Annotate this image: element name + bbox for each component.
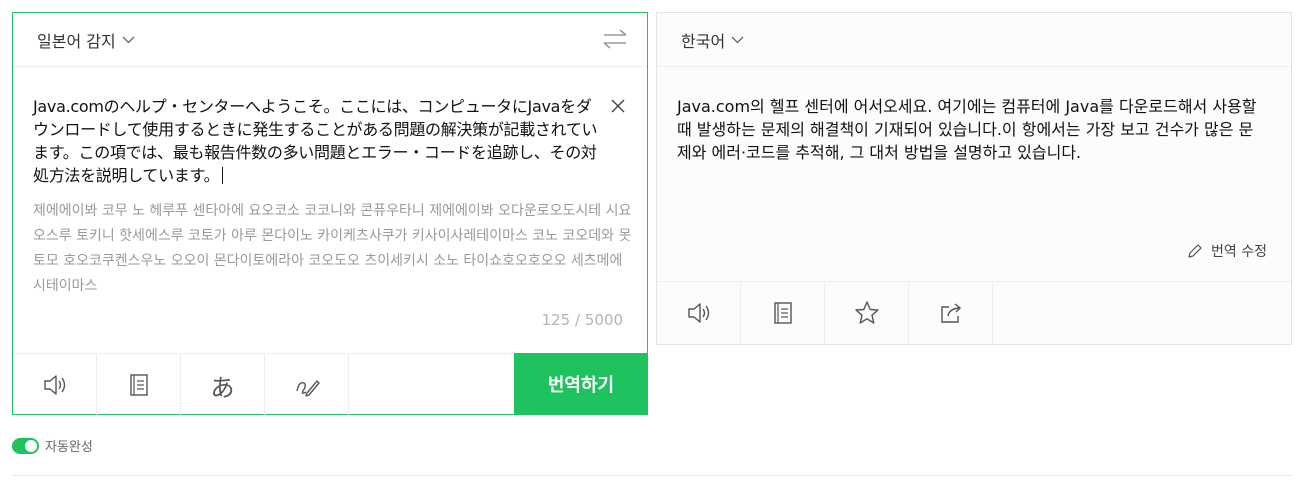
source-dictionary-button[interactable]: [97, 354, 181, 416]
source-text: Java.comのヘルプ・センターへようこそ。ここには、コンピュータにJavaを…: [33, 97, 598, 185]
autocomplete-setting: 자동완성: [12, 436, 93, 455]
toggle-knob: [25, 439, 37, 452]
text-caret: [222, 167, 224, 184]
chevron-down-icon: [122, 36, 135, 43]
target-toolbar: [657, 281, 1291, 344]
pencil-icon: [1188, 244, 1202, 258]
chevron-down-icon: [731, 36, 744, 43]
pronunciation-text: 제에에이봐 코무 노 헤루푸 센타아에 요오코소 코코니와 콘퓨우타니 제에에이…: [33, 203, 632, 294]
handwriting-icon: [295, 380, 320, 397]
target-listen-button[interactable]: [657, 282, 741, 344]
target-panel: 한국어 Java.com의 헬프 센터에 어서오세요. 여기에는 컴퓨터에 Ja…: [656, 12, 1292, 345]
translated-text: Java.com의 헬프 센터에 어서오세요. 여기에는 컴퓨터에 Java를 …: [677, 97, 1257, 162]
clear-text-icon[interactable]: [609, 97, 627, 115]
character-counter: 125 / 5000: [541, 311, 623, 329]
divider: [12, 475, 1292, 476]
target-language-bar: 한국어: [657, 13, 1291, 67]
speaker-icon: [43, 375, 65, 395]
speaker-icon: [687, 303, 709, 323]
star-icon: [854, 301, 879, 324]
target-language-select[interactable]: 한국어: [681, 28, 744, 52]
translate-button[interactable]: 번역하기: [514, 353, 648, 415]
swap-languages-icon[interactable]: [601, 27, 629, 51]
source-language-label: 일본어 감지: [37, 31, 116, 51]
autocomplete-toggle[interactable]: [12, 437, 39, 454]
source-text-input[interactable]: Java.comのヘルプ・センターへようこそ。ここには、コンピュータにJavaを…: [33, 95, 599, 187]
handwriting-button[interactable]: [265, 354, 349, 416]
japanese-keyboard-button[interactable]: あ: [181, 354, 265, 416]
share-button[interactable]: [909, 282, 993, 344]
target-dictionary-button[interactable]: [741, 282, 825, 344]
source-listen-button[interactable]: [13, 354, 97, 416]
source-language-bar: 일본어 감지: [13, 13, 647, 67]
edit-translation-label: 번역 수정: [1211, 244, 1267, 260]
source-panel: 일본어 감지 Java.comのヘルプ・センターへようこそ。ここには、コンピュー…: [12, 12, 648, 416]
target-language-label: 한국어: [681, 31, 726, 51]
edit-translation-button[interactable]: 번역 수정: [1187, 241, 1267, 261]
source-language-select[interactable]: 일본어 감지: [37, 28, 135, 52]
notebook-icon: [773, 302, 792, 324]
favorite-button[interactable]: [825, 282, 909, 344]
notebook-icon: [129, 374, 148, 396]
source-toolbar: あ: [13, 353, 514, 416]
share-icon: [940, 303, 961, 323]
autocomplete-label: 자동완성: [45, 440, 93, 455]
japanese-keyboard-icon: あ: [210, 373, 235, 402]
